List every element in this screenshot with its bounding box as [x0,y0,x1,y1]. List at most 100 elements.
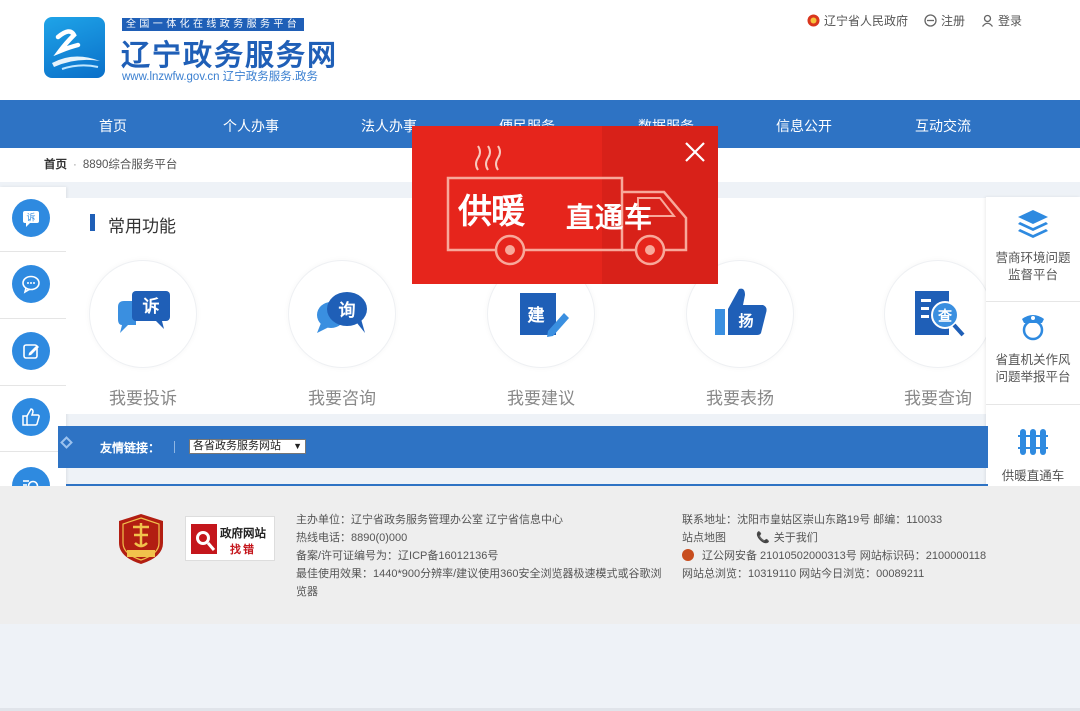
emblem-icon [807,14,820,27]
function-circle: 询 [288,260,396,368]
function-icon-char: 建 [528,305,545,326]
function-consult[interactable]: 询 我要咨询 [287,260,397,409]
divider [0,385,66,386]
right-float-bar: 营商环境问题 监督平台 省直机关作风 问题举报平台 供暖直通车 [986,197,1080,508]
right-item-label: 营商环境问题 监督平台 [986,250,1080,284]
platform-badge: 全国一体化在线政务服务平台 [122,18,305,31]
user-icon [981,14,993,27]
login-link[interactable]: 登录 [981,12,1022,29]
right-item-line1: 省直机关作风 [995,353,1071,367]
left-chat-button[interactable] [12,265,50,303]
heating-popup-banner[interactable]: 供暖 直通车 [412,126,718,284]
register-link[interactable]: 注册 [924,12,965,29]
function-circle: 查 [884,260,992,368]
divider [986,301,1080,302]
footer-police-row: 辽公网安备 21010502000313号 网站标识码：2100000118 [682,547,986,565]
function-icon-char: 查 [938,308,953,325]
left-float-bar: 诉 [0,187,66,518]
top-links: 辽宁省人民政府 注册 登录 [807,12,1022,29]
consult-icon: 询 [317,292,367,333]
left-complaint-button[interactable]: 诉 [12,199,50,237]
complaint-icon: 诉 [23,211,39,227]
right-item-conduct-report[interactable]: 省直机关作风 问题举报平台 [986,309,1080,386]
register-icon [924,14,937,27]
sitemap-link[interactable]: 站点地图 [682,532,726,544]
footer-best-view: 最佳使用效果：1440*900分辨率/建议使用360安全浏览器极速模式或谷歌浏 [296,568,662,580]
register-label: 注册 [940,14,965,28]
function-label: 我要建议 [507,389,575,408]
divider [986,404,1080,405]
layers-icon [1018,210,1048,238]
nav-item-info[interactable]: 信息公开 [749,100,859,148]
function-circle: 诉 [89,260,197,368]
function-label: 我要查询 [904,389,972,408]
divider [0,451,66,452]
nav-item-interaction[interactable]: 互动交流 [888,100,998,148]
left-complaint-char: 诉 [26,212,35,224]
breadcrumb-home[interactable]: 首页 [44,159,67,171]
right-item-label: 省直机关作风 问题举报平台 [986,352,1080,386]
right-item-line1: 营商环境问题 [995,251,1071,265]
footer-links-row: 站点地图 📞 关于我们 [682,529,986,547]
radiator-icon [1018,429,1048,455]
function-label: 我要投诉 [109,389,177,408]
officer-icon [1022,315,1044,341]
complaint-icon: 诉 [118,291,170,333]
site-header: 全国一体化在线政务服务平台 辽宁政务服务网 www.lnzwfw.gov.cn … [0,0,1080,100]
function-icon-char: 诉 [143,296,160,317]
footer-info-right: 联系地址：沈阳市皇姑区崇山东路19号 邮编：110033 站点地图 📞 关于我们 辽… [682,511,986,583]
suggest-icon: 建 [520,293,569,337]
footer-hotline: 热线电话：8890(0)000 [296,532,408,544]
section-title: 常用功能 [90,212,176,237]
party-organ-badge-icon[interactable] [117,513,165,565]
thumbs-up-icon [22,408,40,426]
site-footer: 政府网站 找错 主办单位：辽宁省政务服务管理办公室 辽宁省信息中心 热线电话：8… [0,486,1080,624]
gov-badge-line1: 政府网站 [220,528,266,540]
right-item-line2: 问题举报平台 [995,370,1071,384]
function-query[interactable]: 查 我要查询 [883,260,993,409]
divider [0,318,66,319]
police-record[interactable]: 辽公网安备 21010502000313号 网站标识码：2100000118 [702,550,986,562]
query-icon: 查 [915,291,965,337]
about-link[interactable]: 关于我们 [774,532,818,544]
phone-icon: 📞 [756,532,770,544]
footer-address: 联系地址：沈阳市皇姑区崇山东路19号 邮编：110033 [682,514,943,526]
right-item-label: 供暖直通车 [1001,469,1065,483]
footer-best-view-cont: 览器 [296,586,318,598]
popup-title-part1: 供暖 [458,192,525,232]
footer-sponsor: 主办单位：辽宁省政务服务管理办公室 辽宁省信息中心 [296,514,564,526]
divider [174,441,175,453]
gov-error-badge[interactable]: 政府网站 找错 [185,516,275,561]
popup-title-part2: 直通车 [566,201,654,234]
right-item-business-env[interactable]: 营商环境问题 监督平台 [986,207,1080,284]
function-icon-char: 询 [339,300,356,321]
left-edit-button[interactable] [12,332,50,370]
nav-item-home[interactable]: 首页 [58,100,168,148]
function-label: 我要咨询 [308,389,376,408]
nav-item-personal[interactable]: 个人办事 [196,100,306,148]
footer-visits: 网站总浏览：10319110 网站今日浏览：00089211 [682,568,925,580]
footer-icp[interactable]: 备案/许可证编号为：辽ICP备16012136号 [296,547,662,565]
right-item-heating[interactable]: 供暖直通车 [986,425,1080,485]
friendly-links-bar: 友情链接： 各省政务服务网站 ▼ [58,426,988,468]
gov-link-label: 辽宁省人民政府 [823,14,908,28]
praise-icon: 扬 [715,288,767,335]
friendly-links-label: 友情链接： [100,441,161,455]
breadcrumb-separator: · [73,159,77,171]
function-icon-char: 扬 [738,312,753,330]
right-item-line2: 监督平台 [1007,268,1058,282]
function-complaint[interactable]: 诉 我要投诉 [88,260,198,409]
left-praise-button[interactable] [12,398,50,436]
site-logo-icon[interactable] [44,17,105,78]
gov-link[interactable]: 辽宁省人民政府 [807,12,908,29]
police-emblem-icon [682,549,694,561]
chevron-down-icon: ▼ [293,441,302,451]
friendly-links-select[interactable]: 各省政务服务网站 ▼ [189,439,306,454]
function-label: 我要表扬 [706,389,774,408]
close-icon[interactable] [682,139,708,165]
login-label: 登录 [997,14,1022,28]
breadcrumb-current: 8890综合服务平台 [82,159,178,171]
gov-badge-line2: 找错 [230,544,256,556]
magnifier-icon [191,524,217,554]
footer-info-left: 主办单位：辽宁省政务服务管理办公室 辽宁省信息中心 热线电话：8890(0)00… [296,511,662,601]
